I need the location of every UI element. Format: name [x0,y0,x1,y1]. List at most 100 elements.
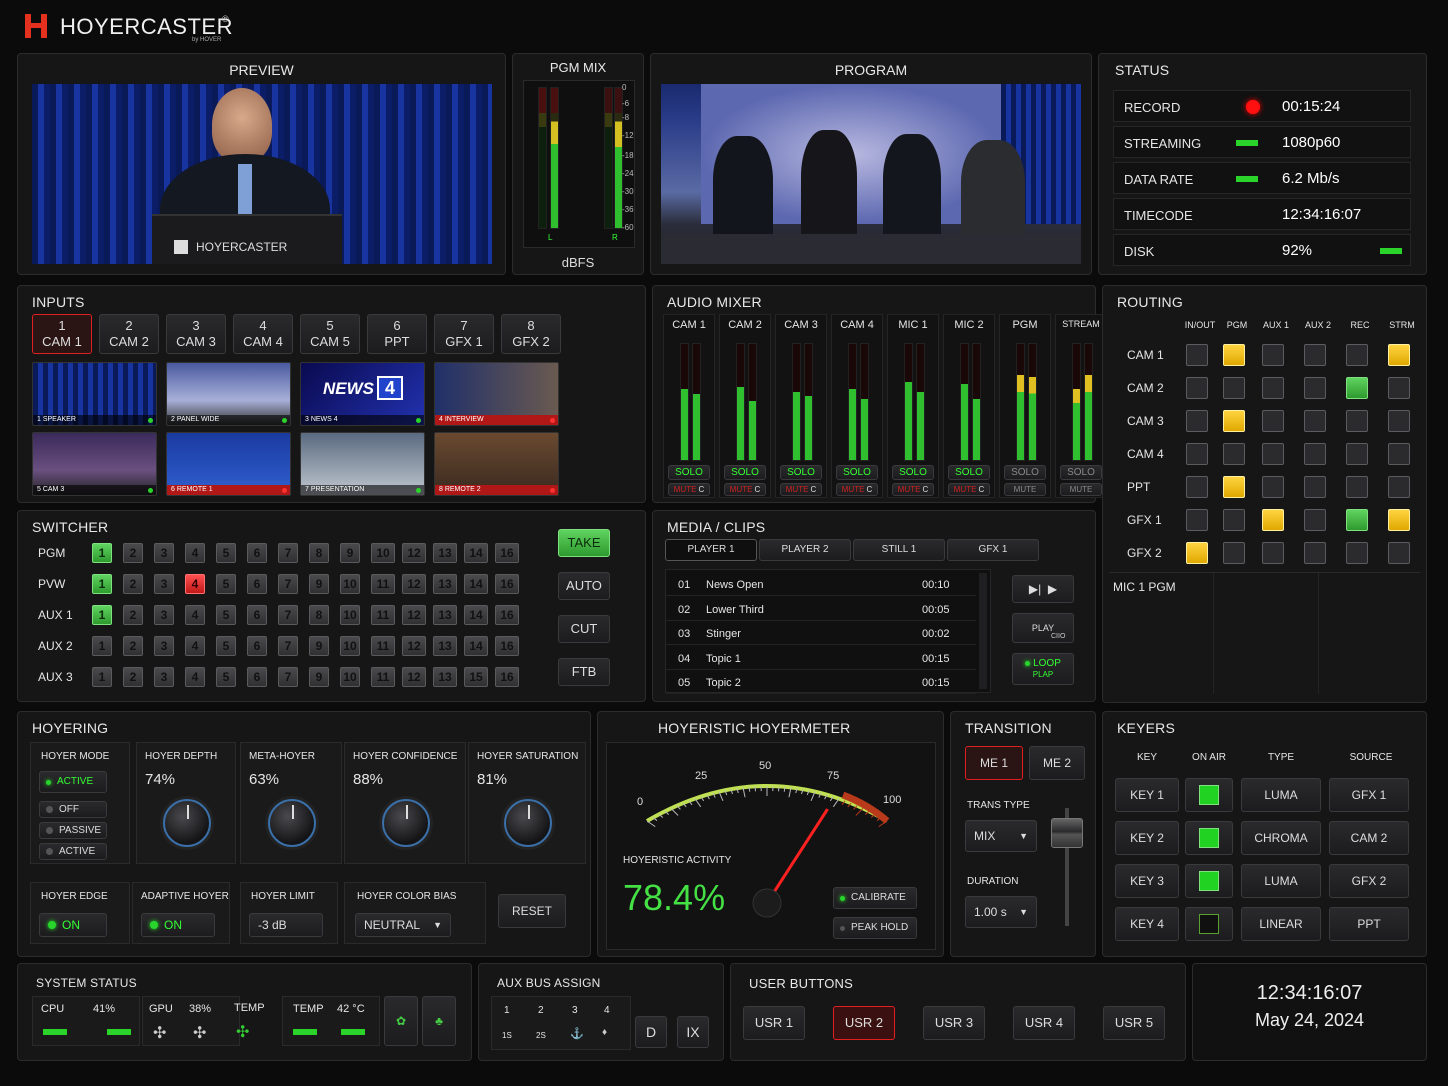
solo-button[interactable]: SOLO [780,465,822,480]
switcher-key[interactable]: 7 [278,667,298,687]
switcher-key[interactable]: 15 [464,667,488,687]
keyer-key-button[interactable]: KEY 2 [1115,821,1179,855]
routing-crosspoint[interactable] [1262,377,1284,399]
input-button-3[interactable]: 3 CAM 3 [166,314,226,354]
solo-button[interactable]: SOLO [948,465,990,480]
media-tab[interactable]: PLAYER 1 [665,539,757,561]
hoyer-knob[interactable] [268,799,316,847]
routing-crosspoint[interactable] [1304,377,1326,399]
routing-crosspoint[interactable] [1186,509,1208,531]
switcher-key[interactable]: 5 [216,543,236,563]
routing-crosspoint[interactable] [1346,509,1368,531]
clip-row[interactable]: 02 Lower Third 00:05 [666,599,976,621]
switcher-key[interactable]: 2 [123,667,143,687]
keyer-key-button[interactable]: KEY 3 [1115,864,1179,898]
switcher-key[interactable]: 16 [495,605,519,625]
preview-video[interactable]: HOYERCASTER [32,84,492,264]
loop-play-button[interactable]: LOOP PLAP [1012,653,1074,685]
routing-crosspoint[interactable] [1223,542,1245,564]
routing-crosspoint[interactable] [1388,410,1410,432]
input-button-5[interactable]: 5 CAM 5 [300,314,360,354]
user-button-5[interactable]: USR 5 [1103,1006,1165,1040]
input-thumbnail[interactable]: 7 PRESENTATION [300,432,425,496]
calibrate-button[interactable]: CALIBRATE [833,887,917,909]
bias-select[interactable]: NEUTRAL ▼ [355,913,451,937]
switcher-key[interactable]: 7 [278,636,298,656]
clip-row[interactable]: 05 Topic 2 00:15 [666,672,976,694]
duration-select[interactable]: 1.00 s ▼ [965,896,1037,928]
leaf-button[interactable]: ✿ [384,996,418,1046]
mute-button[interactable]: MUTE C [948,483,990,496]
cut-button[interactable]: CUT [558,615,610,643]
user-button-1[interactable]: USR 1 [743,1006,805,1040]
switcher-key[interactable]: 16 [495,574,519,594]
switcher-key[interactable]: 13 [433,574,457,594]
solo-button[interactable]: SOLO [836,465,878,480]
switcher-key[interactable]: 5 [216,605,236,625]
switcher-key[interactable]: 4 [185,543,205,563]
switcher-key[interactable]: 14 [464,636,488,656]
switcher-key[interactable]: 3 [154,636,174,656]
edge-toggle[interactable]: ON [39,913,107,937]
adaptive-toggle[interactable]: ON [141,913,215,937]
switcher-key[interactable]: 6 [247,543,267,563]
switcher-key[interactable]: 4 [185,667,205,687]
input-button-7[interactable]: 7 GFX 1 [434,314,494,354]
ix-button[interactable]: IX [677,1016,709,1048]
input-button-6[interactable]: 6 PPT [367,314,427,354]
routing-crosspoint[interactable] [1388,542,1410,564]
hoyer-knob[interactable] [382,799,430,847]
routing-crosspoint[interactable] [1304,344,1326,366]
routing-crosspoint[interactable] [1346,443,1368,465]
input-button-1[interactable]: 1 CAM 1 [32,314,92,354]
routing-crosspoint[interactable] [1262,410,1284,432]
input-thumbnail[interactable]: 3 NEWS 4 NEWS 4 [300,362,425,426]
solo-button[interactable]: SOLO [1004,465,1046,480]
switcher-key[interactable]: 9 [309,667,329,687]
switcher-key[interactable]: 12 [402,667,426,687]
aux-sub[interactable]: 2S [536,1031,546,1040]
switcher-key[interactable]: 10 [371,543,395,563]
input-thumbnail[interactable]: 1 SPEAKER [32,362,157,426]
switcher-key[interactable]: 8 [309,605,329,625]
clip-row[interactable]: 03 Stinger 00:02 [666,623,976,645]
switcher-key[interactable]: 3 [154,574,174,594]
solo-button[interactable]: SOLO [892,465,934,480]
reset-button[interactable]: RESET [498,894,566,928]
switcher-key[interactable]: 2 [123,636,143,656]
switcher-key[interactable]: 4 [185,636,205,656]
switcher-key[interactable]: 11 [371,574,395,594]
routing-crosspoint[interactable] [1262,344,1284,366]
routing-crosspoint[interactable] [1223,377,1245,399]
switcher-key[interactable]: 14 [464,543,488,563]
keyer-onair-button[interactable] [1185,778,1233,812]
mute-button[interactable]: MUTE C [836,483,878,496]
keyer-onair-button[interactable] [1185,907,1233,941]
switcher-key[interactable]: 5 [216,574,236,594]
switcher-key[interactable]: 10 [340,605,360,625]
switcher-key[interactable]: 14 [464,574,488,594]
routing-crosspoint[interactable] [1223,344,1245,366]
keyer-source-button[interactable]: PPT [1329,907,1409,941]
switcher-key[interactable]: 10 [340,667,360,687]
switcher-key[interactable]: 3 [154,667,174,687]
trans-type-select[interactable]: MIX ▼ [965,820,1037,852]
routing-crosspoint[interactable] [1186,410,1208,432]
routing-crosspoint[interactable] [1346,377,1368,399]
t-bar-handle[interactable] [1051,818,1083,848]
switcher-key[interactable]: 2 [123,543,143,563]
routing-crosspoint[interactable] [1388,509,1410,531]
switcher-key[interactable]: 13 [433,667,457,687]
switcher-key[interactable]: 6 [247,636,267,656]
keyer-source-button[interactable]: GFX 2 [1329,864,1409,898]
keyer-type-button[interactable]: LUMA [1241,864,1321,898]
switcher-key[interactable]: 6 [247,574,267,594]
input-thumbnail[interactable]: 4 INTERVIEW [434,362,559,426]
input-button-2[interactable]: 2 CAM 2 [99,314,159,354]
user-button-2[interactable]: USR 2 [833,1006,895,1040]
routing-crosspoint[interactable] [1346,344,1368,366]
routing-crosspoint[interactable] [1186,542,1208,564]
routing-crosspoint[interactable] [1262,542,1284,564]
solo-button[interactable]: SOLO [1060,465,1102,480]
solo-button[interactable]: SOLO [668,465,710,480]
